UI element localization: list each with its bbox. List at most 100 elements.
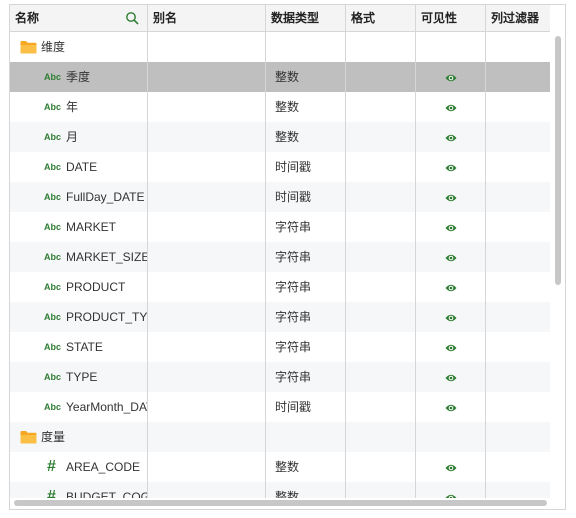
cell-alias[interactable] (148, 392, 266, 422)
cell-format[interactable] (346, 152, 416, 182)
cell-alias[interactable] (148, 332, 266, 362)
cell-alias[interactable] (148, 362, 266, 392)
cell-alias[interactable] (148, 182, 266, 212)
cell-visibility[interactable] (416, 272, 486, 302)
cell-format[interactable] (346, 242, 416, 272)
cell-visibility[interactable] (416, 32, 486, 62)
cell-alias[interactable] (148, 482, 266, 498)
cell-column-filter[interactable] (486, 452, 550, 482)
cell-column-filter[interactable] (486, 332, 550, 362)
table-row[interactable]: Abc 季度 整数 (10, 62, 550, 92)
cell-visibility[interactable] (416, 362, 486, 392)
table-row[interactable]: Abc DATE 时间戳 (10, 152, 550, 182)
cell-visibility[interactable] (416, 452, 486, 482)
cell-name[interactable]: Abc MARKET (10, 212, 148, 242)
folder-icon[interactable] (20, 430, 37, 444)
cell-visibility[interactable] (416, 152, 486, 182)
table-row[interactable]: Abc YearMonth_DATE 时间戳 (10, 392, 550, 422)
table-row[interactable]: Abc TYPE 字符串 (10, 362, 550, 392)
cell-name[interactable]: Abc PRODUCT_TYPE (10, 302, 148, 332)
column-header-visibility[interactable]: 可见性 (416, 5, 486, 31)
cell-name[interactable]: Abc PRODUCT (10, 272, 148, 302)
cell-column-filter[interactable] (486, 92, 550, 122)
folder-icon[interactable] (20, 40, 37, 54)
cell-format[interactable] (346, 302, 416, 332)
cell-visibility[interactable] (416, 332, 486, 362)
table-row[interactable]: # AREA_CODE 整数 (10, 452, 550, 482)
cell-data-type[interactable]: 整数 (266, 92, 346, 122)
cell-data-type[interactable]: 整数 (266, 482, 346, 498)
eye-icon[interactable] (445, 313, 457, 323)
cell-alias[interactable] (148, 242, 266, 272)
cell-format[interactable] (346, 212, 416, 242)
cell-alias[interactable] (148, 32, 266, 62)
eye-icon[interactable] (445, 373, 457, 383)
eye-icon[interactable] (445, 223, 457, 233)
cell-visibility[interactable] (416, 122, 486, 152)
eye-icon[interactable] (445, 403, 457, 413)
table-row[interactable]: Abc 年 整数 (10, 92, 550, 122)
cell-visibility[interactable] (416, 392, 486, 422)
cell-name[interactable]: Abc 年 (10, 92, 148, 122)
cell-name[interactable]: 度量 (10, 422, 148, 452)
folder-row[interactable]: 度量 (10, 422, 550, 452)
cell-name[interactable]: Abc MARKET_SIZE (10, 242, 148, 272)
cell-alias[interactable] (148, 122, 266, 152)
cell-column-filter[interactable] (486, 212, 550, 242)
cell-data-type[interactable]: 时间戳 (266, 182, 346, 212)
cell-name[interactable]: Abc TYPE (10, 362, 148, 392)
cell-alias[interactable] (148, 92, 266, 122)
cell-format[interactable] (346, 122, 416, 152)
cell-alias[interactable] (148, 272, 266, 302)
cell-visibility[interactable] (416, 482, 486, 498)
eye-icon[interactable] (445, 103, 457, 113)
horizontal-scrollbar-thumb[interactable] (14, 500, 547, 506)
eye-icon[interactable] (445, 343, 457, 353)
eye-icon[interactable] (445, 283, 457, 293)
cell-column-filter[interactable] (486, 392, 550, 422)
cell-column-filter[interactable] (486, 272, 550, 302)
column-header-name[interactable]: 名称 (10, 5, 148, 31)
cell-data-type[interactable]: 字符串 (266, 272, 346, 302)
cell-data-type[interactable]: 整数 (266, 452, 346, 482)
table-row[interactable]: Abc MARKET 字符串 (10, 212, 550, 242)
cell-alias[interactable] (148, 62, 266, 92)
cell-name[interactable]: Abc 季度 (10, 62, 148, 92)
cell-data-type[interactable]: 字符串 (266, 302, 346, 332)
column-header-column-filter[interactable]: 列过滤器 (486, 5, 550, 31)
cell-name[interactable]: Abc DATE (10, 152, 148, 182)
cell-column-filter[interactable] (486, 122, 550, 152)
table-row[interactable]: Abc 月 整数 (10, 122, 550, 152)
cell-data-type[interactable]: 时间戳 (266, 152, 346, 182)
cell-format[interactable] (346, 422, 416, 452)
cell-visibility[interactable] (416, 92, 486, 122)
cell-column-filter[interactable] (486, 482, 550, 498)
cell-data-type[interactable] (266, 422, 346, 452)
cell-format[interactable] (346, 32, 416, 62)
table-row[interactable]: Abc MARKET_SIZE 字符串 (10, 242, 550, 272)
cell-column-filter[interactable] (486, 152, 550, 182)
cell-format[interactable] (346, 482, 416, 498)
cell-data-type[interactable]: 字符串 (266, 332, 346, 362)
cell-format[interactable] (346, 62, 416, 92)
cell-alias[interactable] (148, 302, 266, 332)
cell-name[interactable]: # BUDGET_COGS (10, 482, 148, 498)
cell-column-filter[interactable] (486, 242, 550, 272)
cell-column-filter[interactable] (486, 62, 550, 92)
cell-format[interactable] (346, 92, 416, 122)
folder-row[interactable]: 维度 (10, 32, 550, 62)
cell-alias[interactable] (148, 152, 266, 182)
cell-name[interactable]: Abc STATE (10, 332, 148, 362)
table-row[interactable]: Abc STATE 字符串 (10, 332, 550, 362)
cell-name[interactable]: 维度 (10, 32, 148, 62)
cell-name[interactable]: Abc 月 (10, 122, 148, 152)
cell-name[interactable]: Abc FullDay_DATE (10, 182, 148, 212)
cell-name[interactable]: # AREA_CODE (10, 452, 148, 482)
cell-data-type[interactable]: 时间戳 (266, 392, 346, 422)
cell-column-filter[interactable] (486, 422, 550, 452)
table-row[interactable]: Abc PRODUCT_TYPE 字符串 (10, 302, 550, 332)
cell-data-type[interactable]: 字符串 (266, 362, 346, 392)
cell-visibility[interactable] (416, 422, 486, 452)
cell-column-filter[interactable] (486, 362, 550, 392)
cell-data-type[interactable] (266, 32, 346, 62)
